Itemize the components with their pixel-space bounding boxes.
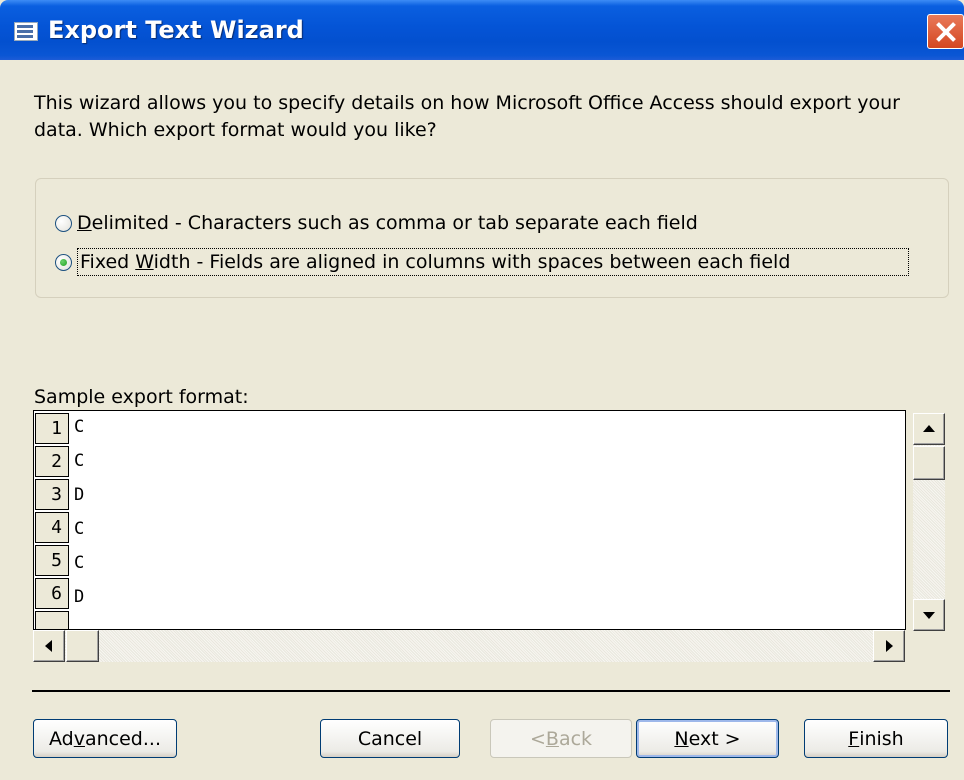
advanced-button[interactable]: Ad v anced... — [33, 719, 177, 758]
radio-delimited-label[interactable]: Delimited - Characters such as comma or … — [77, 212, 698, 234]
arrow-up-icon — [923, 425, 935, 432]
radio-delimited-indicator[interactable] — [55, 214, 72, 232]
title-bar[interactable]: Export Text Wizard — [0, 0, 964, 60]
horizontal-scrollbar[interactable] — [33, 630, 905, 662]
cancel-button[interactable]: Cancel — [320, 719, 460, 758]
scroll-left-button[interactable] — [33, 630, 65, 662]
row-value: C — [74, 519, 85, 539]
scroll-down-button[interactable] — [913, 599, 945, 631]
scroll-right-button[interactable] — [873, 630, 905, 662]
radio-fixed-width[interactable]: Fixed Width - Fields are aligned in colu… — [55, 248, 909, 276]
row-value: D — [74, 485, 85, 505]
row-value: C — [74, 417, 85, 437]
advanced-button-accel: v — [73, 727, 85, 750]
row-number-partial — [35, 611, 69, 629]
sample-preview-grid[interactable]: 1 C 2 C 3 D 4 C 5 C 6 D — [33, 410, 906, 630]
back-button-label: < — [529, 727, 546, 750]
wizard-window-icon — [14, 22, 38, 41]
sample-export-format-label: Sample export format: — [34, 386, 249, 408]
next-button-label-rest: ext > — [688, 727, 741, 750]
advanced-button-label-rest: anced... — [84, 727, 161, 750]
next-button[interactable]: Next > — [636, 719, 779, 758]
advanced-button-label: Ad — [49, 727, 74, 750]
back-button-label-rest: ack — [558, 727, 593, 750]
row-value: D — [74, 587, 85, 607]
arrow-down-icon — [923, 612, 935, 619]
row-number: 2 — [35, 446, 69, 477]
back-button[interactable]: < Back — [490, 719, 632, 758]
row-value: C — [74, 553, 85, 573]
radio-fixed-width-label[interactable]: Fixed Width - Fields are aligned in colu… — [77, 248, 909, 276]
row-number: 1 — [35, 413, 69, 444]
horizontal-scroll-thumb[interactable] — [66, 630, 99, 662]
scroll-up-button[interactable] — [913, 413, 945, 445]
finish-button-accel: F — [848, 727, 860, 750]
row-number: 6 — [35, 578, 69, 609]
export-format-group — [35, 178, 949, 298]
arrow-right-icon — [886, 640, 893, 652]
window-title: Export Text Wizard — [48, 16, 304, 44]
close-icon[interactable] — [927, 14, 964, 49]
row-value: C — [74, 451, 85, 471]
back-button-accel: B — [545, 727, 559, 750]
finish-button-label-rest: inish — [859, 727, 904, 750]
button-divider — [32, 690, 950, 692]
vertical-scroll-thumb[interactable] — [913, 446, 945, 480]
radio-delimited[interactable]: Delimited - Characters such as comma or … — [55, 212, 698, 234]
intro-text: This wizard allows you to specify detail… — [34, 92, 900, 141]
row-number: 5 — [35, 545, 69, 576]
row-number: 4 — [35, 512, 69, 543]
row-number: 3 — [35, 479, 69, 510]
finish-button[interactable]: Finish — [804, 719, 948, 758]
arrow-left-icon — [45, 640, 52, 652]
radio-fixed-width-indicator[interactable] — [55, 253, 72, 271]
next-button-accel: N — [674, 727, 689, 750]
